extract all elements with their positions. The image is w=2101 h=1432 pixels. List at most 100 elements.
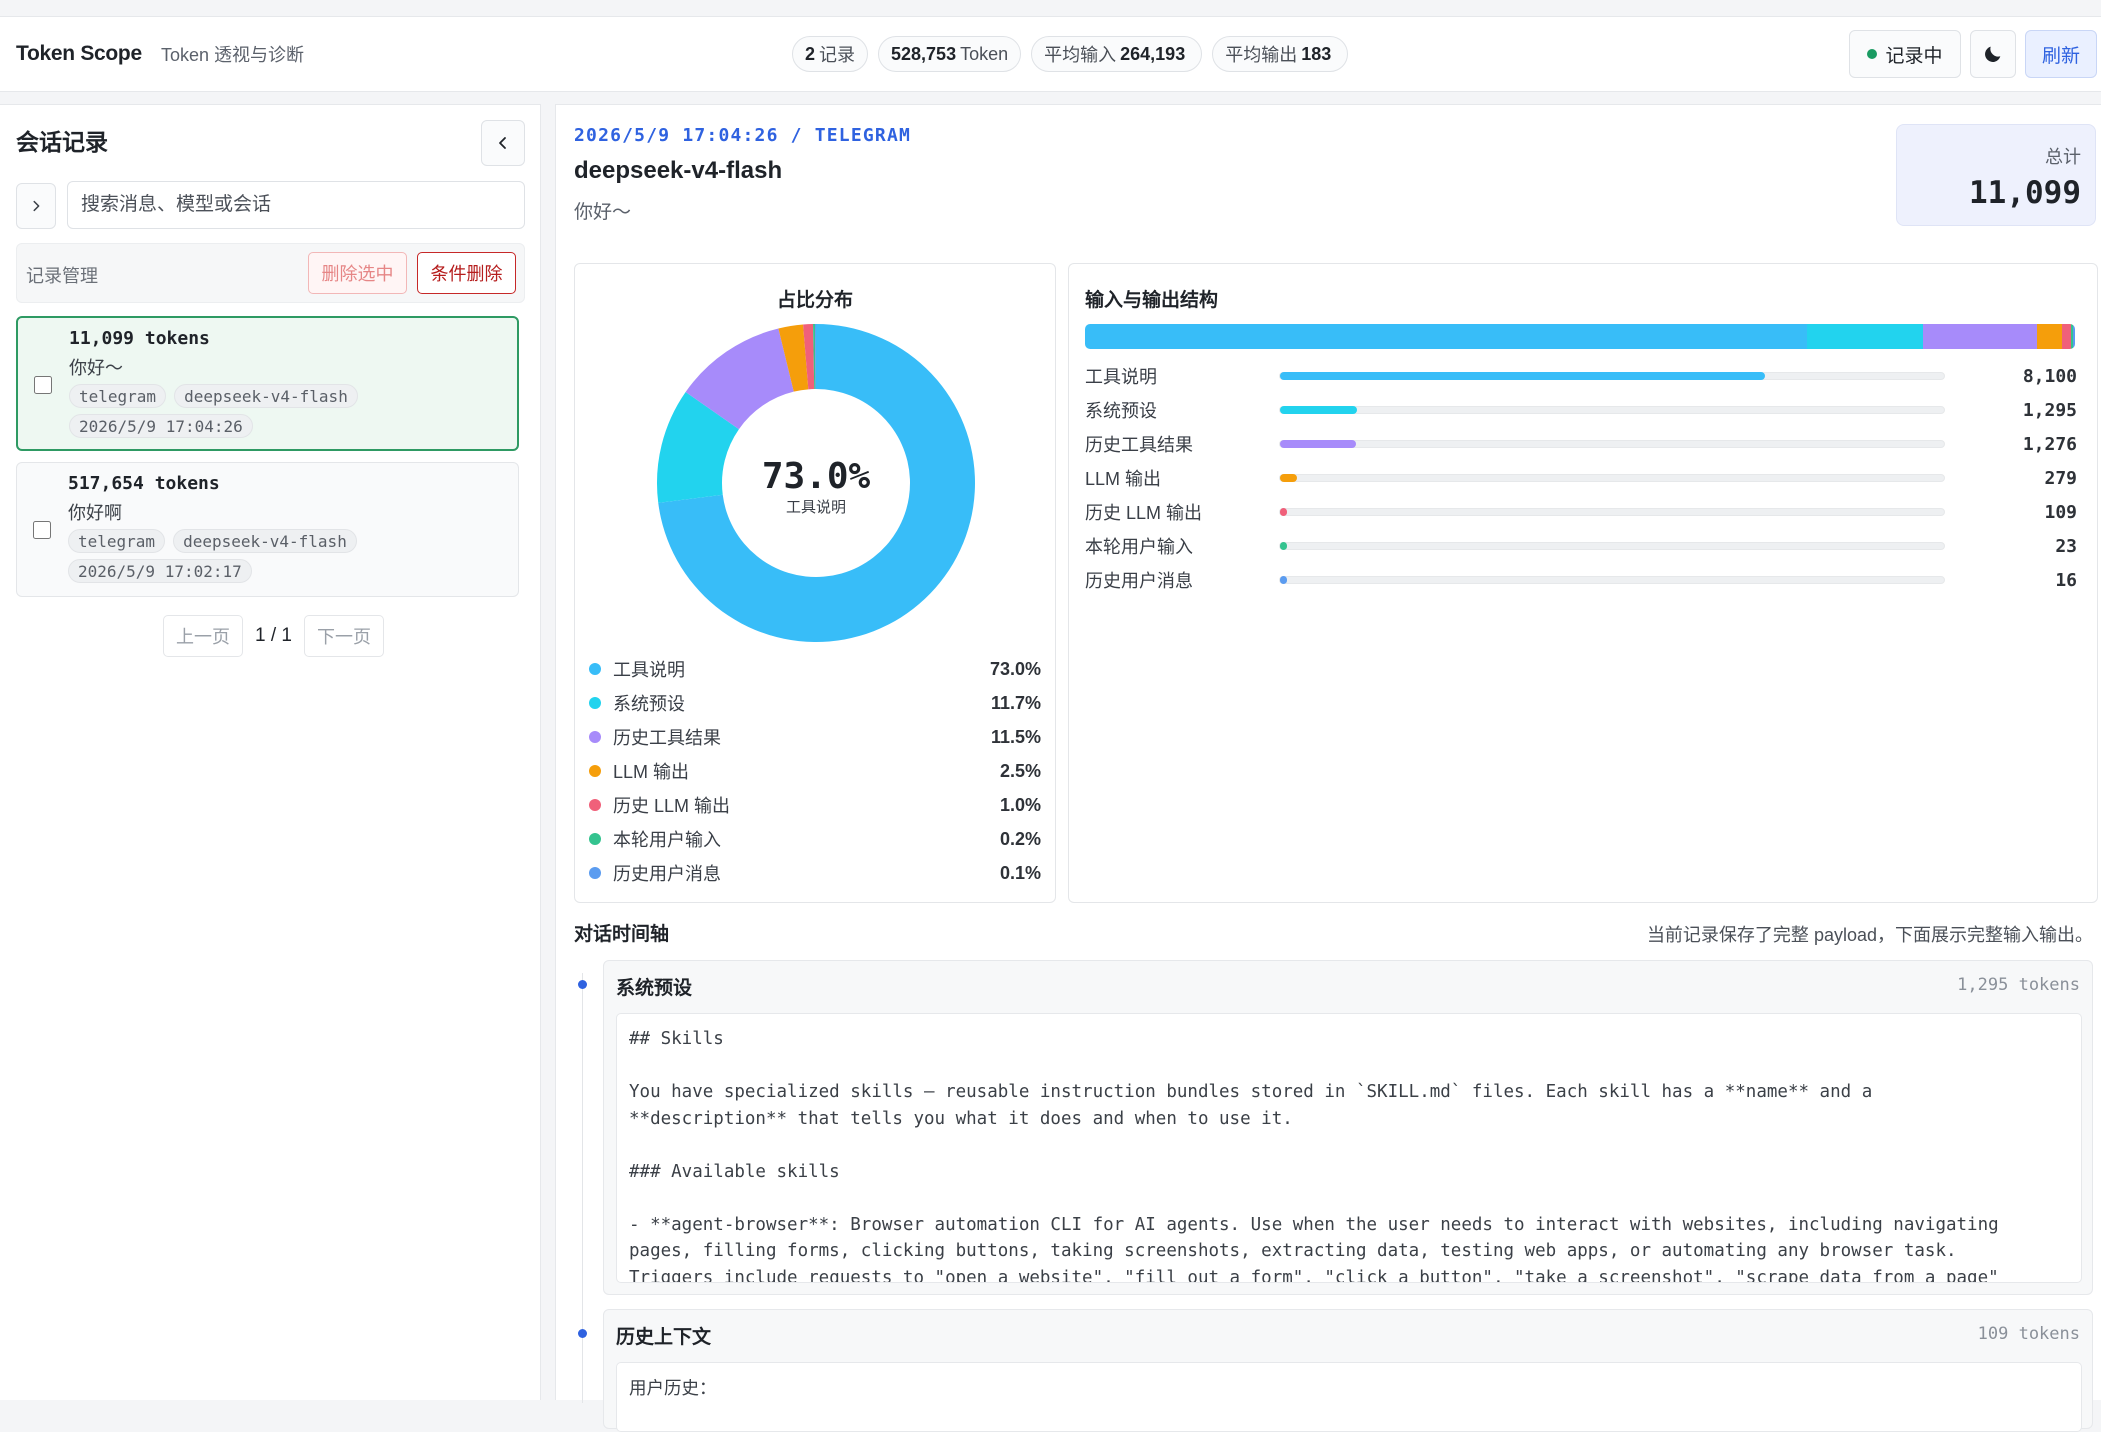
structure-track (1279, 440, 1945, 448)
structure-value: 109 (2044, 501, 2077, 523)
recording-status-dot (1867, 49, 1878, 59)
record-time: 2026/5/9 17:04:26 (69, 414, 253, 438)
timeline-note: 当前记录保存了完整 payload，下面展示完整输入输出。 (1646, 925, 2093, 945)
channel-tag: telegram (68, 529, 166, 553)
legend-value: 73.0% (989, 658, 1041, 679)
legend-swatch (589, 731, 601, 743)
structure-value: 1,295 (2022, 399, 2077, 421)
structure-row: 历史用户消息 16 (1085, 563, 2085, 597)
legend-value: 0.2% (999, 828, 1041, 849)
avg-output-value: 183 (1301, 43, 1332, 64)
structure-bar (1280, 440, 1357, 448)
legend-label: 本轮用户输入 (613, 830, 721, 850)
record-message: 你好啊 (68, 503, 122, 523)
structure-rows: 工具说明 8,100 系统预设 1,295 历史工具结果 1,276 LLM 输出 279 历史… (1085, 359, 2085, 597)
avg-input-label: 平均输入 (1044, 45, 1117, 65)
search-input[interactable] (67, 181, 525, 229)
timeline-item-content[interactable]: 用户历史： (616, 1362, 2082, 1432)
legend-item: 工具说明 73.0% (589, 652, 1041, 686)
legend-label: 工具说明 (613, 660, 685, 680)
structure-row: 历史 LLM 输出 109 (1085, 495, 2085, 529)
timeline-dot (578, 1329, 587, 1338)
structure-value: 8,100 (2022, 365, 2077, 387)
distribution-card: 占比分布 73.0% 工具说明 工具说明 73.0% 系统预设 11.7% 历史工具结果… (574, 263, 1056, 903)
recording-label: 记录中 (1885, 45, 1943, 67)
recording-toggle-button[interactable]: 记录中 (1849, 30, 1961, 78)
structure-row: 工具说明 8,100 (1085, 359, 2085, 393)
avg-input-pill: 平均输入 264,193 (1031, 36, 1203, 72)
record-message: 你好～ (69, 358, 123, 378)
legend-swatch (589, 765, 601, 777)
structure-track (1279, 542, 1945, 550)
structure-value: 1,276 (2022, 433, 2077, 455)
tokens-total-label: Token (960, 43, 1009, 64)
record-item[interactable]: 517,654 tokens 你好啊 telegram deepseek-v4-… (16, 462, 519, 597)
timeline-line (582, 973, 583, 1403)
top-actions: 记录中 刷新 (1849, 30, 2097, 78)
record-tokens: 517,654 tokens (68, 473, 220, 494)
timeline-item[interactable]: 系统预设 1,295 tokens ## Skills You have spe… (603, 960, 2093, 1295)
structure-value: 16 (2055, 569, 2077, 591)
structure-track (1279, 576, 1945, 584)
structure-card: 输入与输出结构 工具说明 8,100 系统预设 1,295 历史工具结果 1,276 LLM… (1068, 263, 2098, 903)
record-checkbox[interactable] (34, 376, 52, 394)
refresh-button[interactable]: 刷新 (2025, 30, 2097, 78)
distribution-title: 占比分布 (776, 290, 853, 311)
structure-label: 历史工具结果 (1085, 435, 1193, 455)
avg-input-value: 264,193 (1120, 43, 1186, 64)
structure-row: 历史工具结果 1,276 (1085, 427, 2085, 461)
structure-track (1279, 474, 1945, 482)
top-bar: Token Scope Token 透视与诊断 2 记录 528,753 Tok… (0, 16, 2101, 92)
records-count-label: 记录 (819, 45, 856, 65)
structure-label: LLM 输出 (1085, 469, 1162, 489)
legend-label: 历史工具结果 (613, 728, 721, 748)
total-value: 11,099 (1969, 175, 2081, 211)
timeline-item-title: 历史上下文 (616, 1327, 712, 1348)
structure-label: 历史用户消息 (1085, 571, 1193, 591)
stacked-segment (1922, 324, 2037, 349)
timeline-item[interactable]: 历史上下文 109 tokens 用户历史： (603, 1309, 2093, 1432)
app-name: Token Scope (16, 42, 142, 65)
stacked-segment (2036, 324, 2062, 349)
delete-selected-button[interactable]: 删除选中 (308, 252, 407, 294)
donut-center-label: 工具说明 (786, 499, 846, 516)
legend-item: 本轮用户输入 0.2% (589, 822, 1041, 856)
app-subtitle: Token 透视与诊断 (161, 45, 305, 65)
record-item[interactable]: 11,099 tokens 你好～ telegram deepseek-v4-f… (16, 316, 519, 451)
delete-by-condition-button[interactable]: 条件删除 (417, 252, 516, 294)
channel-tag: telegram (69, 384, 167, 408)
record-checkbox[interactable] (33, 521, 51, 539)
donut-center-value: 73.0% (762, 456, 871, 497)
legend-swatch (589, 833, 601, 845)
legend-value: 2.5% (999, 760, 1041, 781)
timeline-item-content[interactable]: ## Skills You have specialized skills — … (616, 1013, 2082, 1283)
record-management-bar: 记录管理 删除选中 条件删除 (16, 243, 525, 303)
structure-bar (1280, 406, 1358, 414)
legend-item: LLM 输出 2.5% (589, 754, 1041, 788)
structure-title: 输入与输出结构 (1085, 290, 1219, 311)
timeline-item-title: 系统预设 (616, 978, 693, 999)
next-page-button[interactable]: 下一页 (303, 615, 384, 657)
legend-value: 11.7% (990, 692, 1041, 713)
session-sidebar: 会话记录 记录管理 删除选中 条件删除 11,099 tokens 你好～ te… (0, 104, 541, 1400)
structure-label: 历史 LLM 输出 (1085, 503, 1203, 523)
record-model: deepseek-v4-flash (574, 157, 783, 184)
filter-expand-button[interactable] (16, 183, 56, 229)
legend-value: 1.0% (999, 794, 1041, 815)
total-label: 总计 (2045, 147, 2081, 167)
structure-bar (1280, 508, 1288, 516)
structure-bar (1280, 542, 1288, 550)
records-count-value: 2 (805, 43, 816, 64)
stats-bar: 2 记录 528,753 Token 平均输入 264,193 平均输出 183 (792, 36, 1349, 72)
collapse-sidebar-button[interactable] (481, 120, 525, 166)
record-tags: telegram deepseek-v4-flash (68, 529, 357, 553)
theme-toggle-button[interactable] (1970, 30, 2016, 78)
record-management-label: 记录管理 (26, 266, 98, 286)
stacked-bar (1085, 324, 2075, 349)
moon-icon (1985, 46, 2001, 62)
tokens-total-value: 528,753 (891, 43, 957, 64)
time-tag: 2026/5/9 17:02:17 (68, 559, 252, 583)
prev-page-button[interactable]: 上一页 (163, 615, 243, 657)
legend-item: 历史用户消息 0.1% (589, 856, 1041, 890)
legend-item: 系统预设 11.7% (589, 686, 1041, 720)
